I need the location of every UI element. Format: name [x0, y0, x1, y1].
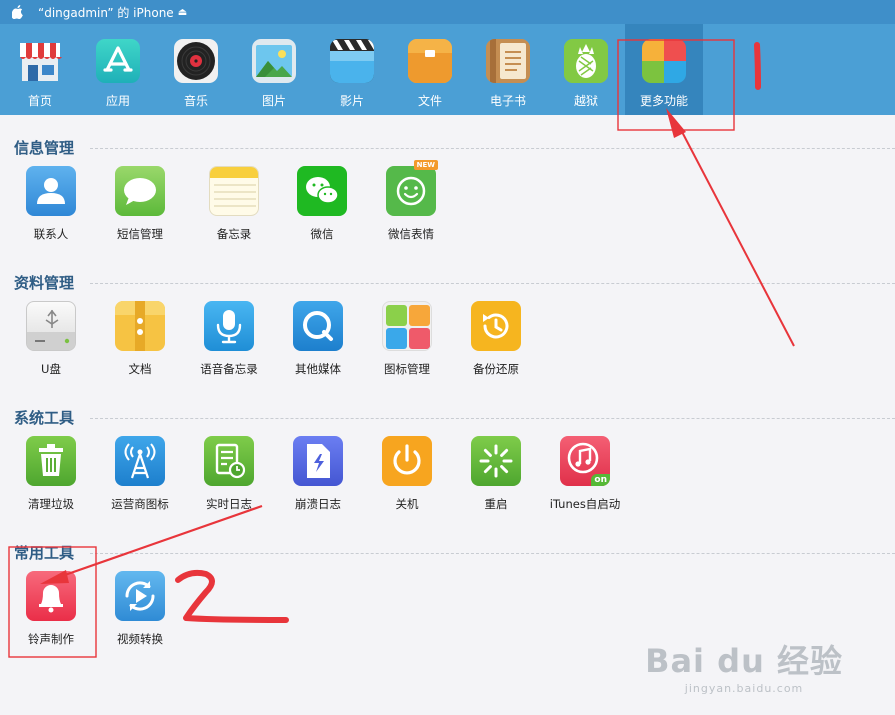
- signal-tower-icon: [115, 436, 165, 486]
- store-icon: [18, 39, 62, 83]
- convert-play-icon: [115, 571, 165, 621]
- section-divider: [90, 283, 895, 284]
- app-other-media[interactable]: 其他媒体: [275, 301, 361, 377]
- wechat-icon: [297, 166, 347, 216]
- grid-tiles-icon: [642, 39, 686, 83]
- tab-jailbreak[interactable]: 越狱: [547, 24, 625, 115]
- app-restart[interactable]: 重启: [453, 436, 539, 512]
- app-itunes-autostart[interactable]: on iTunes自启动: [542, 436, 628, 512]
- microphone-icon: [204, 301, 254, 351]
- device-name[interactable]: “dingadmin” 的 iPhone ⏏: [38, 4, 187, 21]
- app-sms[interactable]: 短信管理: [97, 166, 183, 242]
- app-documents[interactable]: 文档: [97, 301, 183, 377]
- picture-icon: [252, 39, 296, 83]
- section-divider: [90, 553, 895, 554]
- app-store-icon: [96, 39, 140, 83]
- arrow-2-line: [61, 504, 263, 578]
- log-clock-icon: [204, 436, 254, 486]
- icon-grid-icon: [382, 301, 432, 351]
- section-title-system: 系统工具: [14, 409, 75, 427]
- app-wechat[interactable]: 微信: [279, 166, 365, 242]
- watermark-url: jingyan.baidu.com: [684, 682, 804, 695]
- zip-folder-icon: [115, 301, 165, 351]
- new-badge: NEW: [413, 160, 438, 170]
- app-backup-restore[interactable]: 备份还原: [453, 301, 539, 377]
- app-wechat-stickers[interactable]: NEW 微信表情: [368, 160, 454, 242]
- eject-icon[interactable]: ⏏: [178, 7, 187, 18]
- power-icon: [382, 436, 432, 486]
- app-carrier-icon[interactable]: 运营商图标: [97, 436, 183, 512]
- tab-pictures[interactable]: 图片: [235, 24, 313, 115]
- app-voice-memos[interactable]: 语音备忘录: [186, 301, 272, 377]
- section-title-info: 信息管理: [14, 139, 75, 157]
- pineapple-icon: [564, 39, 608, 83]
- tab-files[interactable]: 文件: [391, 24, 469, 115]
- tab-home[interactable]: 首页: [1, 24, 79, 115]
- section-title-data: 资料管理: [14, 274, 75, 292]
- app-shutdown[interactable]: 关机: [364, 436, 450, 512]
- app-realtime-log[interactable]: 实时日志: [186, 436, 272, 512]
- tab-more-features[interactable]: 更多功能: [625, 24, 703, 115]
- arrow-1-line: [679, 127, 795, 347]
- app-icon-manager[interactable]: 图标管理: [364, 301, 450, 377]
- section-title-common: 常用工具: [14, 544, 75, 562]
- bell-icon: [26, 571, 76, 621]
- quicktime-icon: [293, 301, 343, 351]
- app-notes[interactable]: 备忘录: [191, 166, 277, 242]
- app-contacts[interactable]: 联系人: [8, 166, 94, 242]
- tab-movies[interactable]: 影片: [313, 24, 391, 115]
- restore-clock-icon: [471, 301, 521, 351]
- baidu-watermark: Bai du 经验 jingyan.baidu.com: [645, 636, 843, 695]
- app-video-converter[interactable]: 视频转换: [97, 571, 183, 647]
- apple-icon: [12, 5, 23, 19]
- section-divider: [90, 418, 895, 419]
- trash-icon: [26, 436, 76, 486]
- vinyl-record-icon: [174, 39, 218, 83]
- folder-icon: [408, 39, 452, 83]
- on-badge: on: [591, 474, 610, 486]
- handwritten-number-2: [175, 569, 289, 623]
- chat-bubble-icon: [115, 166, 165, 216]
- watermark-logo: Bai du 经验: [645, 642, 843, 680]
- section-divider: [90, 148, 895, 149]
- title-bar: “dingadmin” 的 iPhone ⏏: [0, 0, 895, 24]
- loading-spinner-icon: [471, 436, 521, 486]
- app-ringtone-maker[interactable]: 铃声制作: [8, 571, 94, 647]
- app-udisk[interactable]: U盘: [8, 301, 94, 377]
- crash-file-icon: [293, 436, 343, 486]
- notepad-icon: [209, 166, 259, 216]
- main-toolbar: 首页 应用 音乐 图片 影片 文件 电子书 越狱 更多功能: [0, 24, 895, 115]
- tab-music[interactable]: 音乐: [157, 24, 235, 115]
- contacts-icon: [26, 166, 76, 216]
- app-clean-junk[interactable]: 清理垃圾: [8, 436, 94, 512]
- app-crash-log[interactable]: 崩溃日志: [275, 436, 361, 512]
- tab-apps[interactable]: 应用: [79, 24, 157, 115]
- book-icon: [486, 39, 530, 83]
- tab-ebooks[interactable]: 电子书: [469, 24, 547, 115]
- clapperboard-icon: [330, 39, 374, 83]
- itunes-icon: on: [560, 436, 610, 486]
- usb-drive-icon: [26, 301, 76, 351]
- smiley-icon: NEW: [386, 160, 438, 216]
